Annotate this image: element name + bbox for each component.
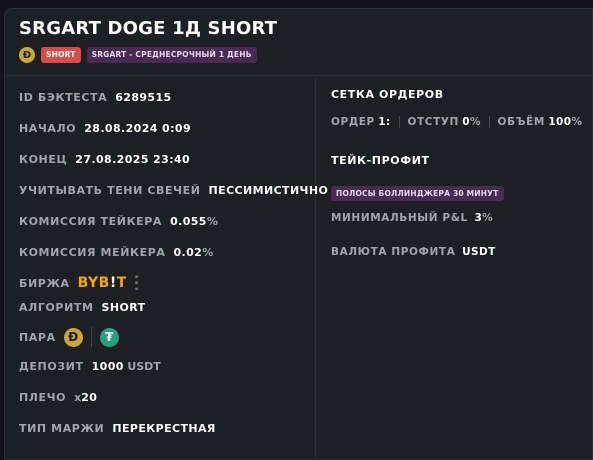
strategy-badge: SRGART - СРЕДНЕСРОЧНЫЙ 1 ДЕНЬ [86,47,257,63]
deposit-label: ДЕПОЗИТ [19,360,84,373]
margin-row: ТИП МАРЖИ ПЕРЕКРЕСТНАЯ [19,422,216,435]
profit-currency-label: ВАЛЮТА ПРОФИТА [331,246,456,258]
indicator-badge-wrap: ПОЛОСЫ БОЛЛИНДЖЕРА 30 МИНУТ [331,181,504,201]
pair-label: ПАРА [19,330,56,344]
pair-separator [90,327,92,347]
exchange-label: БИРЖА [19,276,70,290]
header-tags: Ð SHORT SRGART - СРЕДНЕСРОЧНЫЙ 1 ДЕНЬ [19,47,257,63]
order-value: 1: [378,116,391,128]
pair-row: ПАРА Ð ₮ [19,327,119,347]
backtest-id-row: ID БЭКТЕСТА 6289515 [19,91,172,104]
start-label: НАЧАЛО [19,122,77,135]
maker-fee-value: 0.02 [173,246,203,259]
grid-separator [398,116,400,128]
maker-fee-label: КОМИССИЯ МЕЙКЕРА [19,246,166,259]
deposit-unit: USDT [127,360,161,373]
margin-value: ПЕРЕКРЕСТНАЯ [112,422,216,435]
margin-label: ТИП МАРЖИ [19,422,105,435]
leverage-row: ПЛЕЧО x20 [19,391,97,404]
backtest-card: SRGART DOGE 1Д SHORT Ð SHORT SRGART - СР… [4,8,593,460]
end-row: КОНЕЦ 27.08.2025 23:40 [19,153,190,166]
algorithm-row: АЛГОРИТМ SHORT [19,301,146,314]
end-label: КОНЕЦ [19,153,68,166]
offset-label: ОТСТУП [407,116,459,128]
taker-fee-unit: % [206,215,218,228]
shadows-row: УЧИТЫВАТЬ ТЕНИ СВЕЧЕЙ ПЕССИМИСТИЧНО [19,184,328,197]
maker-fee-row: КОМИССИЯ МЕЙКЕРА 0.02% [19,246,213,259]
bybit-logo-mark: ▪ ▪ ▪ [134,274,139,292]
profit-currency-value: USDT [462,246,496,258]
deposit-row: ДЕПОЗИТ 1000 USDT [19,360,161,373]
order-grid-row: ОРДЕР 1: ОТСТУП 0% ОБЪЁМ 100% [331,116,582,128]
doge-coin-icon: Ð [19,47,35,63]
order-label: ОРДЕР [331,116,375,128]
profit-currency-row: ВАЛЮТА ПРОФИТА USDT [331,246,496,258]
shadows-value: ПЕССИМИСТИЧНО [208,184,329,197]
taker-fee-row: КОМИССИЯ ТЕЙКЕРА 0.055% [19,215,218,228]
start-value: 28.08.2024 0:09 [84,122,191,135]
column-divider [315,76,316,459]
offset-unit: % [470,116,481,128]
volume-unit: % [571,116,582,128]
min-pnl-row: МИНИМАЛЬНЫЙ P&L 3% [331,212,493,224]
leverage-label: ПЛЕЧО [19,391,67,404]
direction-badge: SHORT [41,47,81,63]
order-grid-title: СЕТКА ОРДЕРОВ [331,88,444,101]
backtest-id-label: ID БЭКТЕСТА [19,91,108,104]
volume-value: 100 [548,116,572,128]
header-divider [5,75,592,76]
min-pnl-unit: % [482,212,493,224]
end-value: 27.08.2025 23:40 [75,153,191,166]
min-pnl-label: МИНИМАЛЬНЫЙ P&L [331,212,468,224]
tether-coin-icon: ₮ [99,327,119,347]
backtest-id-value: 6289515 [115,91,172,104]
algorithm-value: SHORT [101,301,146,314]
offset-value: 0 [462,116,471,128]
algorithm-label: АЛГОРИТМ [19,301,94,314]
volume-label: ОБЪЁМ [497,116,545,128]
grid-separator [488,116,490,128]
page-title: SRGART DOGE 1Д SHORT [19,18,278,39]
leverage-value: 20 [81,391,98,404]
start-row: НАЧАЛО 28.08.2024 0:09 [19,122,191,135]
taker-fee-label: КОМИССИЯ ТЕЙКЕРА [19,215,163,228]
deposit-value: 1000 [91,360,124,373]
exchange-row: БИРЖА BYB!T ▪ ▪ ▪ [19,274,138,292]
taker-fee-value: 0.055 [170,215,207,228]
indicator-badge: ПОЛОСЫ БОЛЛИНДЖЕРА 30 МИНУТ [331,186,504,201]
maker-fee-unit: % [202,246,214,259]
bybit-logo: BYB!T [77,275,127,291]
min-pnl-value: 3 [474,212,483,224]
doge-coin-icon: Ð [63,327,83,347]
take-profit-title: ТЕЙК-ПРОФИТ [331,154,430,167]
shadows-label: УЧИТЫВАТЬ ТЕНИ СВЕЧЕЙ [19,184,201,197]
